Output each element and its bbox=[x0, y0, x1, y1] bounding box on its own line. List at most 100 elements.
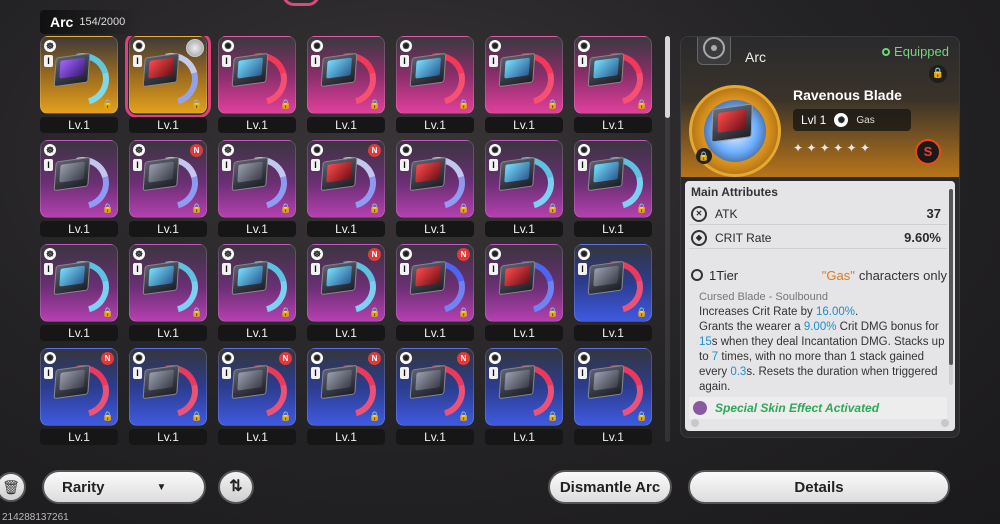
new-badge: N bbox=[368, 144, 381, 157]
arc-tile[interactable]: ✺ I 🔒 N bbox=[218, 348, 296, 426]
arc-card[interactable]: ✺ I 🔒 Lv.1 bbox=[574, 140, 652, 238]
arc-tile[interactable]: ✺ I 🔒 bbox=[485, 36, 563, 114]
arc-card[interactable]: ✺ I 🔒 N Lv.1 bbox=[307, 348, 385, 446]
restriction-text: characters only bbox=[858, 267, 947, 283]
attribute-row-crit: ◆ CRIT Rate 9.60% bbox=[689, 227, 947, 249]
arc-card[interactable]: ✺ I 🔒 Lv.1 bbox=[396, 140, 474, 238]
element-icon: ✺ bbox=[400, 352, 412, 364]
arc-tile[interactable]: ✺ I 🔒 bbox=[574, 36, 652, 114]
grid-scrollbar[interactable] bbox=[665, 36, 670, 442]
skin-effect-icon bbox=[693, 401, 707, 415]
element-icon: ✺ bbox=[400, 248, 412, 260]
arc-card[interactable]: ✺ I 🔒 Lv.1 bbox=[125, 36, 211, 134]
new-badge: N bbox=[101, 352, 114, 365]
skin-badge-icon bbox=[186, 39, 204, 57]
arc-level-label: Lv.1 bbox=[129, 221, 207, 237]
rarity-filter-button[interactable]: Rarity ▼ bbox=[42, 470, 206, 504]
arc-card[interactable]: ✺ I 🔒 Lv.1 bbox=[485, 244, 563, 342]
arc-tile[interactable]: ✺ I 🔒 bbox=[485, 244, 563, 322]
arc-card[interactable]: ✺ I 🔒 N Lv.1 bbox=[396, 244, 474, 342]
restriction-element: "Gas" bbox=[821, 267, 855, 283]
equipped-status: Equipped bbox=[882, 44, 949, 59]
tier-icon: I bbox=[489, 263, 498, 275]
tier-icon: I bbox=[44, 55, 53, 67]
arc-card[interactable]: ✺ I 🔒 Lv.1 bbox=[485, 140, 563, 238]
arc-tile[interactable]: ☸ I 🔒 N bbox=[307, 244, 385, 322]
element-icon: ✺ bbox=[133, 352, 145, 364]
arc-tile[interactable]: ☸ I 🔒 bbox=[40, 244, 118, 322]
arc-tile[interactable]: ✺ I 🔒 bbox=[396, 140, 474, 218]
arc-card[interactable]: ☸ I 🔒 Lv.1 bbox=[218, 244, 296, 342]
arc-tile[interactable]: ☸ I 🔒 bbox=[218, 244, 296, 322]
tier-icon: I bbox=[311, 55, 320, 67]
panel-type-label: Arc bbox=[745, 49, 766, 65]
arc-card[interactable]: ✺ I 🔒 N Lv.1 bbox=[218, 348, 296, 446]
arc-tile[interactable]: ✺ I 🔒 bbox=[574, 244, 652, 322]
arc-tile[interactable]: ☸ I 🔒 N bbox=[129, 140, 207, 218]
arc-tile[interactable]: ✺ I 🔒 bbox=[218, 36, 296, 114]
new-badge: N bbox=[190, 144, 203, 157]
arc-card[interactable]: ✺ I 🔒 N Lv.1 bbox=[396, 348, 474, 446]
detail-scrollbar[interactable] bbox=[949, 189, 953, 385]
arc-tile[interactable]: ✺ I 🔒 bbox=[129, 348, 207, 426]
tier-icon: I bbox=[44, 367, 53, 379]
lock-icon[interactable]: 🔒 bbox=[929, 65, 947, 83]
lock-icon: 🔒 bbox=[191, 411, 203, 421]
arc-card[interactable]: ✺ I 🔒 Lv.1 bbox=[574, 244, 652, 342]
arc-card[interactable]: ✺ I 🔒 Lv.1 bbox=[485, 348, 563, 446]
arc-tile[interactable]: ✺ I 🔒 bbox=[307, 36, 385, 114]
arc-card[interactable]: ✺ I 🔒 Lv.1 bbox=[574, 36, 652, 134]
lock-icon: 🔒 bbox=[547, 203, 559, 213]
arc-tile[interactable]: ✺ I 🔒 bbox=[574, 140, 652, 218]
arc-card[interactable]: ✺ I 🔒 Lv.1 bbox=[574, 348, 652, 446]
details-button[interactable]: Details bbox=[688, 470, 950, 504]
arc-card[interactable]: ✺ I 🔒 Lv.1 bbox=[218, 36, 296, 134]
arc-tile[interactable]: ✺ I 🔒 N bbox=[40, 348, 118, 426]
arc-card[interactable]: ☸ I 🔒 Lv.1 bbox=[218, 140, 296, 238]
arc-tile[interactable]: ☸ I 🔒 bbox=[129, 244, 207, 322]
arc-card[interactable]: ☸ I 🔒 Lv.1 bbox=[40, 36, 118, 134]
arc-tile[interactable]: ✺ I 🔒 bbox=[574, 348, 652, 426]
arc-card[interactable]: ☸ I 🔒 Lv.1 bbox=[40, 244, 118, 342]
arc-tile[interactable]: ✺ I 🔒 N bbox=[396, 244, 474, 322]
dismantle-arc-button[interactable]: Dismantle Arc bbox=[548, 470, 672, 504]
arc-tile[interactable]: ✺ I 🔒 N bbox=[396, 348, 474, 426]
arc-card[interactable]: ✺ I 🔒 Lv.1 bbox=[129, 348, 207, 446]
arc-card[interactable]: ☸ I 🔒 Lv.1 bbox=[129, 244, 207, 342]
arc-card[interactable]: ☸ I 🔒 N Lv.1 bbox=[129, 140, 207, 238]
attribute-value: 37 bbox=[926, 206, 941, 221]
arc-tile[interactable]: ✺ I 🔒 N bbox=[307, 140, 385, 218]
arc-name: Ravenous Blade bbox=[793, 87, 902, 103]
sort-order-icon[interactable]: ⇅ bbox=[218, 470, 254, 504]
element-icon: ✺ bbox=[578, 248, 590, 260]
arc-card[interactable]: ✺ I 🔒 Lv.1 bbox=[307, 36, 385, 134]
details-label: Details bbox=[794, 478, 844, 496]
inventory-header: Arc 154/2000 bbox=[40, 10, 140, 34]
arc-level-label: Lv.1 bbox=[574, 221, 652, 237]
arc-tile[interactable]: ☸ I 🔒 bbox=[218, 140, 296, 218]
arc-tile[interactable]: ☸ I 🔒 bbox=[40, 36, 118, 114]
arc-level-label: Lv.1 bbox=[574, 117, 652, 133]
detail-panel: Arc Equipped 🔒 🔒 Ravenous Blade Lvl 1 ✺ … bbox=[680, 36, 960, 438]
trash-icon[interactable]: 🗑 bbox=[0, 472, 26, 502]
arc-tile[interactable]: ✺ I 🔒 bbox=[125, 36, 211, 118]
attribute-row-atk: ✕ ATK 37 bbox=[689, 203, 947, 225]
arc-tile[interactable]: ☸ I 🔒 bbox=[40, 140, 118, 218]
arc-tile[interactable]: ✺ I 🔒 bbox=[485, 140, 563, 218]
arc-card[interactable]: ✺ I 🔒 N Lv.1 bbox=[40, 348, 118, 446]
dismantle-label: Dismantle Arc bbox=[559, 478, 661, 496]
arc-card[interactable]: ☸ I 🔒 Lv.1 bbox=[40, 140, 118, 238]
arc-tile[interactable]: ✺ I 🔒 bbox=[396, 36, 474, 114]
arc-tile[interactable]: ✺ I 🔒 bbox=[485, 348, 563, 426]
tier-icon: I bbox=[489, 367, 498, 379]
arc-card[interactable]: ✺ I 🔒 Lv.1 bbox=[485, 36, 563, 134]
arc-portrait: 🔒 bbox=[689, 85, 781, 177]
main-attributes-title: Main Attributes bbox=[691, 185, 778, 199]
arc-card[interactable]: ✺ I 🔒 Lv.1 bbox=[396, 36, 474, 134]
grid-scroll-thumb[interactable] bbox=[665, 36, 670, 118]
arc-tile[interactable]: ✺ I 🔒 N bbox=[307, 348, 385, 426]
tier-icon: I bbox=[222, 55, 231, 67]
element-icon: ☸ bbox=[311, 248, 323, 260]
arc-card[interactable]: ✺ I 🔒 N Lv.1 bbox=[307, 140, 385, 238]
arc-card[interactable]: ☸ I 🔒 N Lv.1 bbox=[307, 244, 385, 342]
